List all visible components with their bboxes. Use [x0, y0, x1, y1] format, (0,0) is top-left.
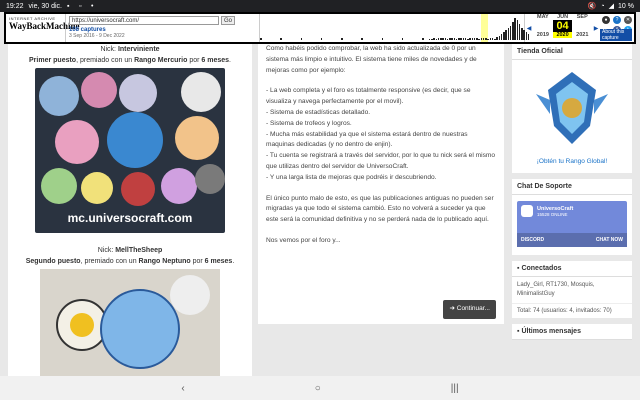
sparkline-bar — [361, 38, 363, 40]
sparkline-bar — [320, 38, 323, 40]
discord-server-name: UniversoCraft — [537, 205, 574, 212]
photo1-caption: mc.universocraft.com — [67, 211, 193, 225]
feature-item: - Mucha más estabilidad ya que el sistem… — [266, 130, 468, 149]
image-notification-icon: ▪ — [67, 2, 70, 10]
shop-link[interactable]: ¡Obtén tu Rango Global! — [512, 158, 632, 173]
winner1-nick: Nick: Interviniente — [100, 46, 160, 53]
year-prev[interactable]: MAY 2019 — [533, 14, 553, 42]
year-current[interactable]: JUN 04 2020 — [552, 14, 573, 42]
android-status-bar: 19:22 vie, 30 dic. ▪ ▫ • 🔇 ◔ ◢ 10 % — [0, 0, 640, 12]
help-icon[interactable]: ? — [612, 16, 621, 24]
android-nav-bar: ‹ ○ ||| — [0, 376, 640, 400]
sparkline-bar — [422, 38, 424, 40]
connected-users[interactable]: Lady_Girl, RT1730, Mosquis, MinimalistGu… — [512, 277, 632, 304]
sparkline-bar — [527, 34, 530, 40]
winners-column: Nick: Interviniente Primer puesto, premi… — [8, 44, 252, 376]
discord-chat-now-button[interactable]: CHAT NOW — [596, 237, 623, 243]
page-content: Nick: Interviniente Primer puesto, premi… — [0, 44, 640, 376]
feature-item: - La web completa y el foro es totalment… — [266, 87, 471, 106]
wayback-go-button[interactable]: Go — [221, 16, 235, 25]
status-date: vie, 30 dic. — [28, 2, 62, 10]
server-avatar — [521, 205, 533, 217]
discord-widget[interactable]: UniversoCraft 15528 ONLINE DISCORD CHAT … — [517, 201, 627, 247]
feature-item: - Tu cuenta se registrará a través del s… — [266, 152, 496, 170]
home-icon[interactable]: ○ — [315, 383, 321, 394]
connected-total: Total: 74 (usuarios: 4, invitados: 70) — [517, 308, 612, 314]
wifi-icon: ◔ — [600, 2, 605, 10]
continue-button[interactable]: ➜ Continuar... — [443, 300, 496, 319]
discord-logo: DISCORD — [521, 237, 545, 243]
sparkline-bar — [341, 38, 343, 40]
wayback-logo[interactable]: INTERNET ARCHIVE WayBackMachine — [6, 14, 80, 42]
wayback-toolbar: INTERNET ARCHIVE WayBackMachine https://… — [4, 12, 636, 44]
sparkline-bar — [280, 38, 282, 40]
sparkline-bar — [401, 38, 404, 40]
signal-icon: ◢ — [608, 3, 615, 10]
discord-online-count: 15528 ONLINE — [537, 211, 568, 217]
prev-capture-icon[interactable]: ◀ — [527, 25, 532, 32]
connected-card: ▪ Conectados Lady_Girl, RT1730, Mosquis,… — [512, 261, 632, 318]
winner2-nick: Nick: MellTheSheep — [97, 247, 163, 254]
rank-emblem-image[interactable] — [532, 64, 612, 154]
status-time: 19:22 — [6, 2, 24, 10]
recent-apps-icon[interactable]: ||| — [451, 383, 459, 394]
article-intro: Como habéis podido comprobar, la web ha … — [266, 45, 477, 74]
next-capture-icon[interactable]: ▶ — [594, 25, 599, 32]
support-title: Chat De Soporte — [512, 179, 632, 195]
winner2-photo — [40, 269, 220, 376]
feature-item: - Sistema de trofeos y logros. — [266, 119, 352, 127]
winner1-photo: mc.universocraft.com — [35, 68, 225, 233]
mute-icon: 🔇 — [587, 3, 597, 10]
more-notifications-icon: • — [91, 2, 94, 10]
shop-card: Tienda Oficial ¡Obtén tu Rango Global! — [512, 44, 632, 173]
user-icon[interactable]: ● — [601, 16, 610, 24]
back-icon[interactable]: ‹ — [181, 383, 184, 394]
continue-icon: ➜ — [449, 305, 457, 312]
winner1-prize: Primer puesto, premiado con un Rango Mer… — [29, 57, 231, 64]
sparkline-bar — [300, 38, 303, 40]
captures-range: 3 Sep 2016 - 9 Dec 2022 — [69, 33, 125, 39]
logo-wayback-machine: WayBackMachine — [9, 21, 80, 31]
latest-messages-card: ▪ Últimos mensajes — [512, 324, 632, 340]
connected-title: ▪ Conectados — [512, 261, 632, 277]
feature-item: - Sistema de estadísticas detallado. — [266, 108, 371, 116]
latest-messages-title: ▪ Últimos mensajes — [512, 324, 632, 340]
sparkline-bar — [381, 38, 384, 40]
news-article: Como habéis podido comprobar, la web ha … — [258, 44, 504, 324]
sidebar: Tienda Oficial ¡Obtén tu Rango Global! C… — [512, 44, 632, 346]
sparkline-bar — [260, 38, 262, 40]
feature-item: - Y una larga lista de mejoras que podré… — [266, 173, 437, 181]
about-capture-link[interactable]: About this capture — [599, 29, 632, 41]
winner2-prize: Segundo puesto, premiado con un Rango Ne… — [25, 258, 235, 265]
battery-level: 10 % — [618, 2, 634, 10]
chat-notification-icon: ▫ — [79, 2, 82, 10]
shop-title: Tienda Oficial — [512, 44, 632, 60]
close-icon[interactable]: ✕ — [623, 16, 632, 24]
article-paragraph: El único punto malo de esto, es que las … — [266, 194, 494, 224]
article-closing: Nos vemos por el foro y... — [266, 236, 341, 244]
wayback-url-input[interactable]: https://universocraft.com/ — [69, 16, 219, 25]
captures-sparkline[interactable] — [259, 14, 530, 42]
support-card: Chat De Soporte UniversoCraft 15528 ONLI… — [512, 179, 632, 255]
year-next[interactable]: SEP 2021 — [572, 14, 592, 42]
